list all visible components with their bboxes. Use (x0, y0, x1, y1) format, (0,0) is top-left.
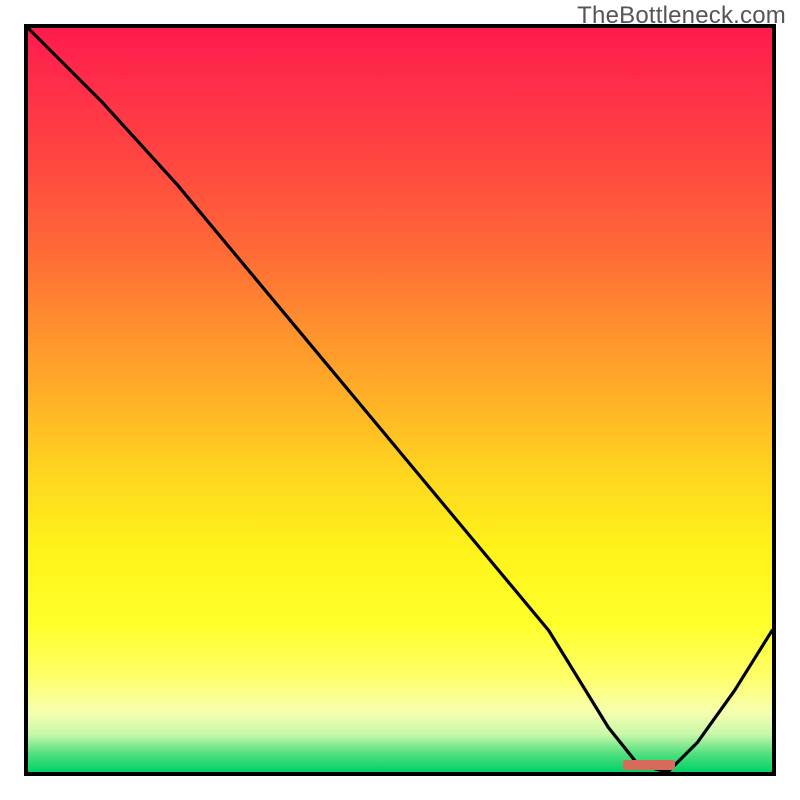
line-curve (28, 28, 772, 772)
minimum-marker (623, 760, 675, 770)
plot-area (24, 24, 776, 776)
